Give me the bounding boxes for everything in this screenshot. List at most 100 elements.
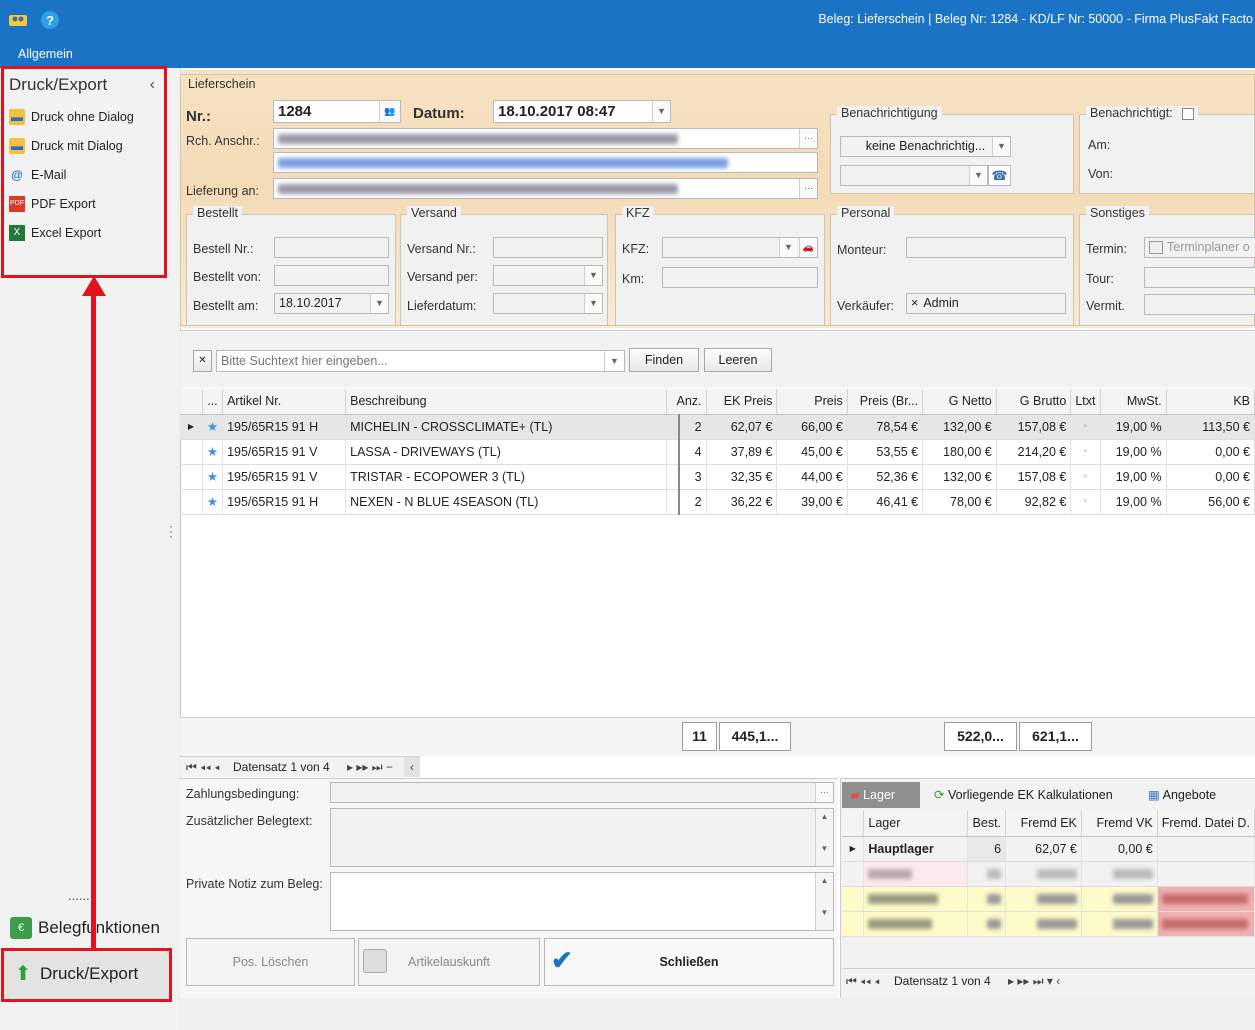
- versand-nr-field[interactable]: [493, 237, 603, 258]
- bestellt-am-field[interactable]: 18.10.2017 ▼: [274, 293, 389, 314]
- nav-next-last-icons[interactable]: ▸ ▸▸ ⏭ −: [347, 760, 393, 775]
- tour-field[interactable]: [1144, 267, 1255, 288]
- scrollbar[interactable]: ▲ ▼: [815, 809, 833, 866]
- chevron-down-icon[interactable]: ▼: [584, 294, 602, 313]
- sidebar-item-druck-ohne-dialog[interactable]: ▬ Druck ohne Dialog: [9, 109, 134, 125]
- cell-artnr[interactable]: 195/65R15 91 H: [222, 489, 347, 515]
- sidebar-item-druck-mit-dialog[interactable]: ▬ Druck mit Dialog: [9, 138, 123, 154]
- cell-mwst[interactable]: 19,00 %: [1100, 439, 1167, 465]
- column-header[interactable]: Fremd EK: [1005, 810, 1082, 837]
- column-header[interactable]: Preis (Br...: [847, 389, 924, 415]
- table-row[interactable]: ★ 195/65R15 91 V LASSA - DRIVEWAYS (TL) …: [180, 439, 1255, 465]
- zusatz-textarea[interactable]: ▲ ▼: [330, 808, 834, 867]
- collapse-icon[interactable]: ‹: [150, 76, 155, 94]
- chevron-down-icon[interactable]: ▼: [604, 351, 624, 371]
- nr-field[interactable]: 1284 👥: [273, 100, 401, 123]
- cell-preis-br[interactable]: 78,54 €: [847, 414, 924, 440]
- scrollbar[interactable]: ▲ ▼: [815, 873, 833, 930]
- benachrichtigung-contact[interactable]: ▼: [840, 165, 988, 186]
- cell-desc[interactable]: NEXEN - N BLUE 4SEASON (TL): [345, 489, 667, 515]
- versand-per-field[interactable]: ▼: [493, 265, 603, 286]
- monteur-field[interactable]: [906, 237, 1066, 258]
- table-row[interactable]: ★ 195/65R15 91 V TRISTAR - ECOPOWER 3 (T…: [180, 464, 1255, 490]
- rch-anschr-field[interactable]: ···: [273, 128, 818, 149]
- sidebar-item-excel-export[interactable]: X Excel Export: [9, 225, 101, 241]
- cell-netto[interactable]: 132,00 €: [922, 414, 997, 440]
- column-header[interactable]: MwSt.: [1100, 389, 1167, 415]
- cell-mwst[interactable]: 19,00 %: [1100, 489, 1167, 515]
- bestellt-von-field[interactable]: [274, 265, 389, 286]
- column-header[interactable]: G Netto: [922, 389, 997, 415]
- cell-artnr[interactable]: 195/65R15 91 V: [222, 439, 347, 465]
- table-row[interactable]: [842, 861, 1255, 887]
- column-header[interactable]: KB: [1166, 389, 1255, 415]
- nav-belegfunktionen[interactable]: € Belegfunktionen: [10, 917, 160, 939]
- cell-desc[interactable]: TRISTAR - ECOPOWER 3 (TL): [345, 464, 667, 490]
- kfz-field[interactable]: ▼ 🚗: [662, 237, 818, 258]
- car-icon[interactable]: 🚗: [799, 238, 817, 257]
- star-icon[interactable]: ★: [202, 464, 224, 490]
- rch-anschr-line2[interactable]: [273, 152, 818, 173]
- table-row[interactable]: [842, 886, 1255, 912]
- longtext-icon[interactable]: ▫: [1070, 414, 1101, 440]
- notiz-textarea[interactable]: ▲ ▼: [330, 872, 834, 931]
- cell-datei[interactable]: [1157, 836, 1255, 862]
- remove-icon[interactable]: ×: [911, 296, 918, 310]
- phone-icon[interactable]: ☎: [988, 165, 1011, 186]
- bestell-nr-field[interactable]: [274, 237, 389, 258]
- lieferung-field[interactable]: ···: [273, 178, 818, 199]
- cell-desc[interactable]: MICHELIN - CROSSCLIMATE+ (TL): [345, 414, 667, 440]
- more-icon[interactable]: ···: [799, 129, 817, 148]
- cell-ek[interactable]: 37,89 €: [706, 439, 778, 465]
- nav-next-last-icons[interactable]: ▸ ▸▸ ⏭ ▾ ‹: [1008, 974, 1060, 989]
- cell-preis[interactable]: 45,00 €: [776, 439, 848, 465]
- column-header[interactable]: Beschreibung: [345, 389, 667, 415]
- chevron-down-icon[interactable]: ▼: [779, 238, 797, 257]
- cell-brutto[interactable]: 157,08 €: [996, 464, 1072, 490]
- longtext-icon[interactable]: ▫: [1070, 464, 1101, 490]
- cell-netto[interactable]: 132,00 €: [922, 464, 997, 490]
- cell-netto[interactable]: 180,00 €: [922, 439, 997, 465]
- cell-ek[interactable]: 62,07 €: [706, 414, 778, 440]
- more-icon[interactable]: ···: [799, 179, 817, 198]
- lieferdatum-field[interactable]: ▼: [493, 293, 603, 314]
- artikelauskunft-button[interactable]: Artikelauskunft: [358, 938, 540, 986]
- chevron-down-icon[interactable]: ▼: [992, 137, 1010, 156]
- cell-kb[interactable]: 0,00 €: [1166, 464, 1255, 490]
- cell-fremd-vk[interactable]: 0,00 €: [1081, 836, 1158, 862]
- cell-preis[interactable]: 66,00 €: [776, 414, 848, 440]
- longtext-icon[interactable]: ▫: [1070, 439, 1101, 465]
- help-icon[interactable]: ?: [40, 10, 60, 30]
- cell-brutto[interactable]: 92,82 €: [996, 489, 1072, 515]
- cell-anz[interactable]: 2: [666, 489, 707, 515]
- nav-first-prev-icons[interactable]: ⏮ ◂◂ ◂: [186, 760, 220, 775]
- close-button[interactable]: ✔ Schließen: [544, 938, 834, 986]
- search-input[interactable]: [216, 350, 625, 372]
- cell-ek[interactable]: 36,22 €: [706, 489, 778, 515]
- cell-anz[interactable]: 4: [666, 439, 707, 465]
- column-header[interactable]: G Brutto: [996, 389, 1072, 415]
- users-icon[interactable]: [8, 10, 28, 30]
- vermit-field[interactable]: [1144, 294, 1255, 315]
- cell-brutto[interactable]: 157,08 €: [996, 414, 1072, 440]
- datum-field[interactable]: 18.10.2017 08:47 ▼: [493, 100, 671, 123]
- column-header[interactable]: Anz.: [666, 389, 707, 415]
- chevron-down-icon[interactable]: ▼: [584, 266, 602, 285]
- verkaeufer-field[interactable]: × Admin: [906, 293, 1066, 314]
- column-header[interactable]: Ltxt: [1070, 389, 1101, 415]
- menu-allgemein[interactable]: Allgemein: [18, 47, 73, 61]
- cell-lager[interactable]: Hauptlager: [863, 836, 969, 862]
- column-header[interactable]: ...: [202, 389, 224, 415]
- more-icon[interactable]: ···: [815, 783, 833, 802]
- cell-mwst[interactable]: 19,00 %: [1100, 414, 1167, 440]
- cell-preis-br[interactable]: 52,36 €: [847, 464, 924, 490]
- cell-preis-br[interactable]: 53,55 €: [847, 439, 924, 465]
- terminplaner-field[interactable]: Terminplaner o: [1144, 237, 1255, 258]
- clear-search-icon[interactable]: ✕: [193, 350, 212, 372]
- sidebar-item-pdf-export[interactable]: PDF PDF Export: [9, 196, 96, 212]
- star-icon[interactable]: ★: [202, 414, 224, 440]
- table-row[interactable]: [842, 911, 1255, 937]
- cell-artnr[interactable]: 195/65R15 91 V: [222, 464, 347, 490]
- splitter-grip[interactable]: · · ·: [169, 520, 173, 542]
- chevron-down-icon[interactable]: ▼: [652, 101, 670, 122]
